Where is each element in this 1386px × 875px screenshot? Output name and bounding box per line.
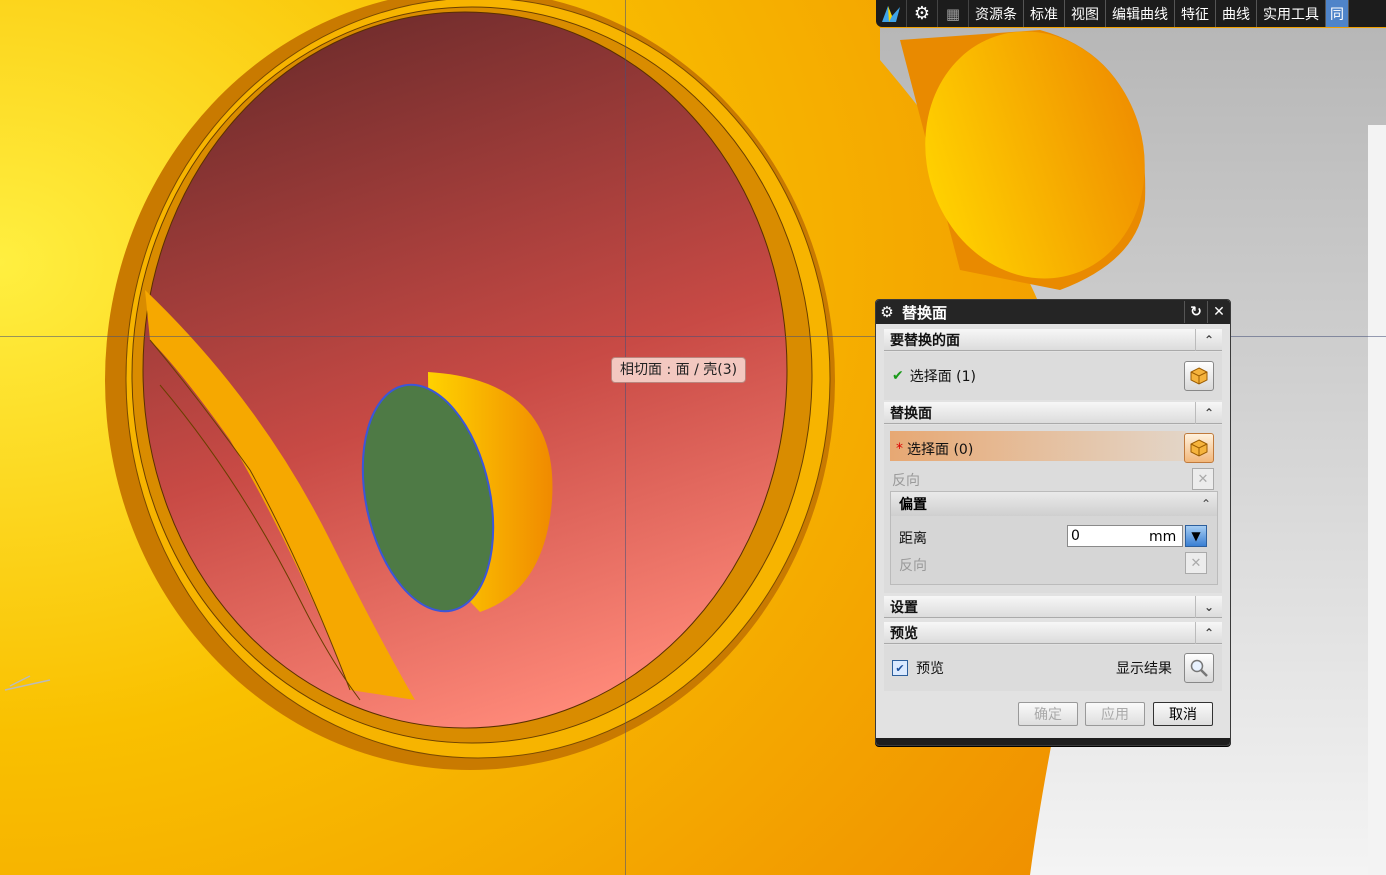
nx-logo-icon[interactable]	[876, 0, 907, 27]
required-asterisk-icon: *	[896, 441, 903, 457]
offset-header[interactable]: 偏置 ⌃	[891, 492, 1217, 516]
tab-view[interactable]: 视图	[1065, 0, 1106, 27]
face-to-replace-body: ✔ 选择面 (1)	[884, 352, 1222, 400]
tab-edit-curve[interactable]: 编辑曲线	[1106, 0, 1175, 27]
select-face-label: 选择面 (1)	[909, 369, 977, 385]
offset-group: 偏置 ⌃ 距离 mm ▼ 反向 ✕	[890, 491, 1218, 585]
select-face-row[interactable]: ✔ 选择面 (1)	[892, 366, 976, 386]
section-preview-label: 预览	[890, 625, 918, 642]
dialog-gear-icon[interactable]: ⚙	[876, 303, 898, 321]
tab-curve[interactable]: 曲线	[1216, 0, 1257, 27]
chevron-down-icon[interactable]: ⌄	[1195, 595, 1222, 618]
offset-header-label: 偏置	[899, 497, 927, 513]
unit-label: mm	[1145, 525, 1183, 547]
replacement-face-body: * 选择面 (0) 反向 ✕ 偏置 ⌃ 距离 mm ▼ 反向 ✕	[884, 425, 1222, 593]
preview-checkbox-row[interactable]: ✔ 预览	[892, 658, 944, 678]
checkmark-icon: ✔	[892, 368, 904, 384]
replacement-face-selector-cube-icon[interactable]	[1184, 433, 1214, 463]
select-replacement-face-label: 选择面 (0)	[907, 442, 974, 458]
tab-synchronous[interactable]: 同	[1326, 0, 1349, 27]
crosshair-vertical	[625, 0, 626, 875]
section-settings-label: 设置	[890, 599, 918, 616]
close-icon[interactable]: ✕	[1207, 301, 1230, 323]
chevron-up-icon[interactable]: ⌃	[1195, 497, 1217, 511]
top-toolbar: ⚙ ▦ 资源条 标准 视图 编辑曲线 特征 曲线 实用工具 同	[876, 0, 1386, 27]
section-replacement-face[interactable]: 替换面 ⌃	[884, 401, 1222, 424]
offset-reverse-label: 反向	[899, 558, 927, 574]
tab-utility-tools[interactable]: 实用工具	[1257, 0, 1326, 27]
section-settings[interactable]: 设置 ⌄	[884, 595, 1222, 618]
section-face-to-replace-label: 要替换的面	[890, 332, 960, 349]
dialog-bottom-bar	[876, 738, 1230, 745]
gear-icon[interactable]: ⚙	[907, 0, 938, 27]
preview-body: ✔ 预览 显示结果	[884, 645, 1222, 691]
offset-reverse-icon[interactable]: ✕	[1185, 552, 1207, 574]
replace-face-dialog: ⚙ 替换面 ↻ ✕ 要替换的面 ⌃ ✔ 选择面 (1) 替换面 ⌃ * 选择面 …	[875, 299, 1231, 746]
select-replacement-face-row[interactable]: * 选择面 (0)	[896, 439, 973, 459]
tab-feature[interactable]: 特征	[1175, 0, 1216, 27]
reverse-direction-icon[interactable]: ✕	[1192, 468, 1214, 490]
grid-icon[interactable]: ▦	[938, 0, 969, 27]
chevron-up-icon[interactable]: ⌃	[1195, 401, 1222, 424]
preview-checkbox[interactable]: ✔	[892, 660, 908, 676]
cancel-button[interactable]: 取消	[1153, 702, 1213, 726]
distance-input[interactable]	[1067, 525, 1147, 547]
tab-standard[interactable]: 标准	[1024, 0, 1065, 27]
chevron-up-icon[interactable]: ⌃	[1195, 621, 1222, 644]
reset-icon[interactable]: ↻	[1184, 301, 1207, 323]
face-selector-cube-icon[interactable]	[1184, 361, 1214, 391]
dialog-title: 替换面	[902, 303, 948, 322]
selection-tooltip: 相切面 : 面 / 壳(3)	[611, 357, 747, 383]
dialog-titlebar: ⚙ 替换面 ↻ ✕	[876, 300, 1230, 324]
section-replacement-face-label: 替换面	[890, 405, 932, 422]
chevron-up-icon[interactable]: ⌃	[1195, 328, 1222, 351]
apply-button[interactable]: 应用	[1085, 702, 1145, 726]
preview-checkbox-label: 预览	[916, 661, 944, 677]
section-preview[interactable]: 预览 ⌃	[884, 621, 1222, 644]
section-face-to-replace[interactable]: 要替换的面 ⌃	[884, 328, 1222, 351]
show-result-magnifier-icon[interactable]	[1184, 653, 1214, 683]
reverse-direction-label: 反向	[892, 473, 920, 489]
ok-button[interactable]: 确定	[1018, 702, 1078, 726]
show-result-label: 显示结果	[1116, 661, 1172, 677]
distance-label: 距离	[899, 531, 927, 547]
tab-resource-bar[interactable]: 资源条	[969, 0, 1024, 27]
distance-options-arrow-icon[interactable]: ▼	[1185, 525, 1207, 547]
